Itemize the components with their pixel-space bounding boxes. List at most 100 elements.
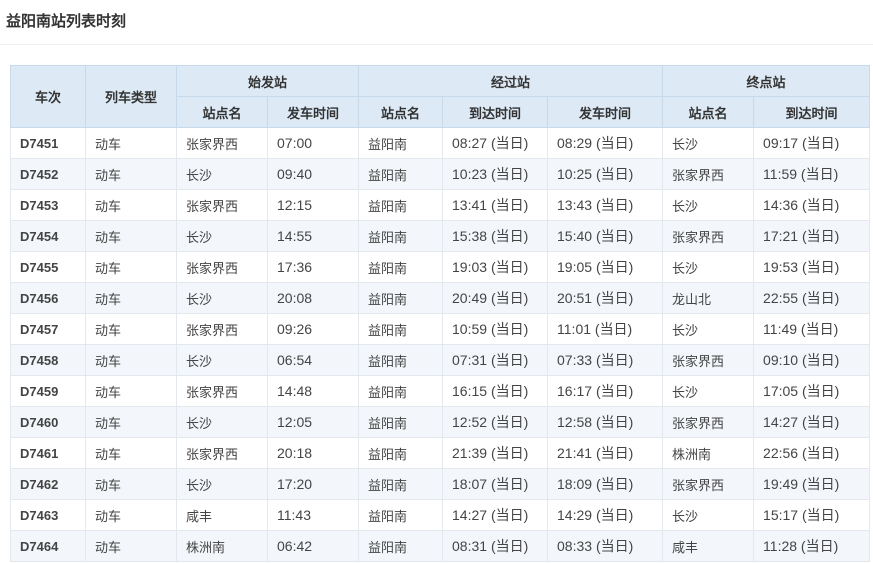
via-arrive-cell: 08:27 (当日): [442, 127, 549, 159]
table-row: D7463 动车 咸丰 11:43 益阳南 14:27 (当日) 14:29 (当日) 长沙 1…: [10, 499, 871, 531]
train-no-cell: D7460: [10, 406, 86, 438]
col-header-via-depart: 发车时间: [547, 96, 664, 128]
origin-station-cell: 长沙: [176, 344, 268, 376]
via-depart-cell: 13:43 (当日): [547, 189, 664, 221]
terminal-arrive-cell: 09:17 (当日): [753, 127, 871, 159]
origin-depart-cell: 07:00: [266, 127, 360, 159]
train-no-cell: D7462: [10, 468, 86, 500]
train-type-cell: 动车: [85, 251, 177, 283]
table-row: D7454 动车 长沙 14:55 益阳南 15:38 (当日) 15:40 (当日) 张家界…: [10, 220, 871, 252]
table-row: D7464 动车 株洲南 06:42 益阳南 08:31 (当日) 08:33 (当日) 咸丰…: [10, 530, 871, 562]
origin-station-cell: 张家界西: [176, 313, 268, 345]
train-no-cell: D7463: [10, 499, 86, 531]
col-header-train-no: 车次: [10, 65, 86, 128]
origin-station-cell: 株洲南: [176, 530, 268, 562]
train-type-cell: 动车: [85, 189, 177, 221]
via-station-cell: 益阳南: [358, 437, 444, 469]
via-arrive-cell: 21:39 (当日): [442, 437, 549, 469]
train-type-cell: 动车: [85, 313, 177, 345]
origin-station-cell: 张家界西: [176, 251, 268, 283]
via-arrive-cell: 10:23 (当日): [442, 158, 549, 190]
terminal-station-cell: 长沙: [662, 189, 755, 221]
via-station-cell: 益阳南: [358, 282, 444, 314]
title-divider: [0, 44, 873, 45]
terminal-arrive-cell: 14:36 (当日): [753, 189, 871, 221]
terminal-station-cell: 张家界西: [662, 406, 755, 438]
terminal-station-cell: 张家界西: [662, 344, 755, 376]
train-type-cell: 动车: [85, 344, 177, 376]
terminal-station-cell: 张家界西: [662, 468, 755, 500]
terminal-arrive-cell: 19:49 (当日): [753, 468, 871, 500]
train-type-cell: 动车: [85, 468, 177, 500]
train-timetable: 车次 列车类型 始发站 经过站 终点站 站点名 发车时间 站点名 到达时间 发车…: [10, 65, 871, 562]
terminal-arrive-cell: 11:59 (当日): [753, 158, 871, 190]
train-type-cell: 动车: [85, 127, 177, 159]
train-type-cell: 动车: [85, 282, 177, 314]
origin-depart-cell: 14:55: [266, 220, 360, 252]
origin-station-cell: 张家界西: [176, 375, 268, 407]
origin-station-cell: 张家界西: [176, 127, 268, 159]
origin-depart-cell: 20:08: [266, 282, 360, 314]
terminal-station-cell: 株洲南: [662, 437, 755, 469]
group-header-origin: 始发站: [175, 65, 360, 97]
train-no-cell: D7454: [10, 220, 86, 252]
table-row: D7456 动车 长沙 20:08 益阳南 20:49 (当日) 20:51 (当日) 龙山北…: [10, 282, 871, 314]
via-arrive-cell: 07:31 (当日): [442, 344, 549, 376]
via-depart-cell: 20:51 (当日): [547, 282, 664, 314]
origin-depart-cell: 09:40: [266, 158, 360, 190]
origin-depart-cell: 20:18: [266, 437, 360, 469]
terminal-arrive-cell: 19:53 (当日): [753, 251, 871, 283]
via-station-cell: 益阳南: [358, 313, 444, 345]
train-no-cell: D7458: [10, 344, 86, 376]
timetable-body: D7451 动车 张家界西 07:00 益阳南 08:27 (当日) 08:29 (当日) 长…: [10, 127, 871, 562]
via-arrive-cell: 18:07 (当日): [442, 468, 549, 500]
via-station-cell: 益阳南: [358, 251, 444, 283]
via-station-cell: 益阳南: [358, 499, 444, 531]
terminal-station-cell: 长沙: [662, 375, 755, 407]
table-row: D7462 动车 长沙 17:20 益阳南 18:07 (当日) 18:09 (当日) 张家界…: [10, 468, 871, 500]
origin-depart-cell: 12:15: [266, 189, 360, 221]
table-row: D7458 动车 长沙 06:54 益阳南 07:31 (当日) 07:33 (当日) 张家界…: [10, 344, 871, 376]
via-depart-cell: 18:09 (当日): [547, 468, 664, 500]
origin-station-cell: 张家界西: [176, 437, 268, 469]
col-header-terminal-station: 站点名: [662, 96, 755, 128]
table-row: D7453 动车 张家界西 12:15 益阳南 13:41 (当日) 13:43 (当日) 长…: [10, 189, 871, 221]
train-no-cell: D7457: [10, 313, 86, 345]
table-row: D7457 动车 张家界西 09:26 益阳南 10:59 (当日) 11:01 (当日) 长…: [10, 313, 871, 345]
terminal-arrive-cell: 22:55 (当日): [753, 282, 871, 314]
terminal-arrive-cell: 17:21 (当日): [753, 220, 871, 252]
via-arrive-cell: 14:27 (当日): [442, 499, 549, 531]
terminal-arrive-cell: 09:10 (当日): [753, 344, 871, 376]
train-type-cell: 动车: [85, 437, 177, 469]
via-station-cell: 益阳南: [358, 189, 444, 221]
group-header-via: 经过站: [358, 65, 664, 97]
via-depart-cell: 14:29 (当日): [547, 499, 664, 531]
origin-depart-cell: 06:54: [266, 344, 360, 376]
via-arrive-cell: 15:38 (当日): [442, 220, 549, 252]
table-row: D7459 动车 张家界西 14:48 益阳南 16:15 (当日) 16:17 (当日) 长…: [10, 375, 871, 407]
via-station-cell: 益阳南: [358, 468, 444, 500]
via-depart-cell: 16:17 (当日): [547, 375, 664, 407]
via-depart-cell: 08:33 (当日): [547, 530, 664, 562]
terminal-station-cell: 长沙: [662, 251, 755, 283]
via-arrive-cell: 12:52 (当日): [442, 406, 549, 438]
train-no-cell: D7452: [10, 158, 86, 190]
origin-depart-cell: 06:42: [266, 530, 360, 562]
origin-depart-cell: 11:43: [266, 499, 360, 531]
origin-station-cell: 长沙: [176, 406, 268, 438]
table-row: D7455 动车 张家界西 17:36 益阳南 19:03 (当日) 19:05 (当日) 长…: [10, 251, 871, 283]
origin-depart-cell: 12:05: [266, 406, 360, 438]
terminal-station-cell: 龙山北: [662, 282, 755, 314]
col-header-via-arrive: 到达时间: [442, 96, 549, 128]
terminal-station-cell: 咸丰: [662, 530, 755, 562]
terminal-arrive-cell: 17:05 (当日): [753, 375, 871, 407]
terminal-station-cell: 长沙: [662, 499, 755, 531]
via-station-cell: 益阳南: [358, 406, 444, 438]
page-title: 益阳南站列表时刻: [6, 12, 127, 30]
table-row: D7461 动车 张家界西 20:18 益阳南 21:39 (当日) 21:41 (当日) 株…: [10, 437, 871, 469]
header-row-groups: 车次 列车类型 始发站 经过站 终点站: [10, 65, 871, 128]
terminal-station-cell: 长沙: [662, 127, 755, 159]
via-depart-cell: 12:58 (当日): [547, 406, 664, 438]
train-type-cell: 动车: [85, 406, 177, 438]
via-arrive-cell: 20:49 (当日): [442, 282, 549, 314]
